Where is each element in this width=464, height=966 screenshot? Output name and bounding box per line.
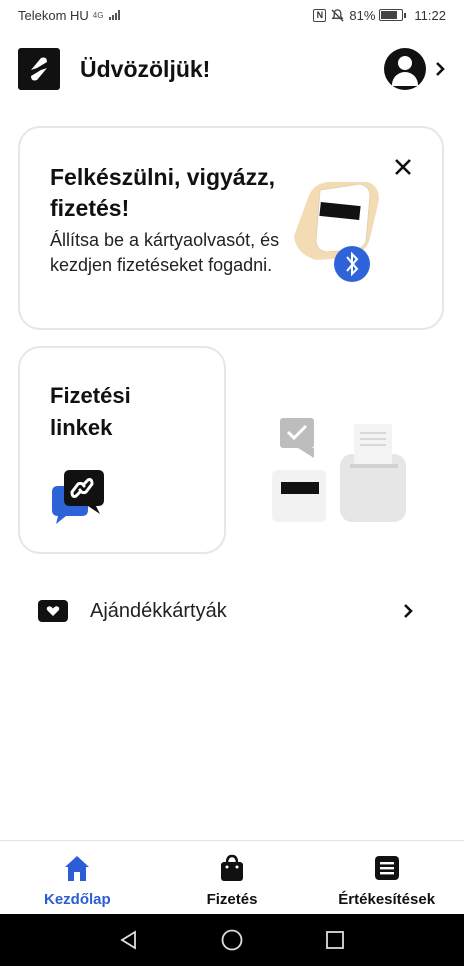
chevron-right-icon [404, 604, 413, 618]
page-title: Üdvözöljük! [80, 55, 211, 82]
status-bar: Telekom HU 4G N 81% 11:22 [0, 0, 464, 30]
list-icon [372, 853, 402, 883]
network-type: 4G [92, 10, 104, 20]
tab-home[interactable]: Kezdőlap [0, 841, 155, 914]
recents-icon[interactable] [322, 927, 348, 953]
battery-percent: 81% [349, 7, 376, 23]
gift-card-icon [38, 600, 68, 622]
signal-icon [109, 10, 121, 20]
setup-reader-card[interactable]: Felkészülni, vigyázz, fizetés! Állítsa b… [18, 126, 444, 330]
nfc-icon: N [313, 8, 327, 22]
setup-card-title: Felkészülni, vigyázz, fizetés! [50, 164, 275, 221]
reader-devices-illustration [272, 418, 406, 522]
link-chat-icon [52, 470, 104, 524]
tab-sales[interactable]: Értékesítések [309, 841, 464, 914]
logo-mark [31, 57, 47, 81]
app-logo [18, 48, 60, 90]
payment-links-card[interactable]: Fizetési linkek [18, 346, 226, 554]
payment-links-title: Fizetési linkek [50, 383, 131, 440]
chevron-right-icon [436, 62, 445, 76]
shopping-bag-icon [217, 853, 247, 883]
status-right: N 81% 11:22 [313, 8, 446, 23]
battery-icon [379, 9, 407, 21]
tab-payment-label: Fizetés [206, 891, 258, 908]
account-icon [384, 48, 426, 90]
tab-home-label: Kezdőlap [43, 891, 111, 908]
clock: 11:22 [414, 7, 446, 23]
app-header: Üdvözöljük! [18, 46, 446, 92]
tab-payment[interactable]: Fizetés [155, 841, 310, 914]
mute-icon [331, 8, 344, 22]
setup-card-description: Állítsa be a kártyaolvasót, és kezdjen f… [50, 230, 280, 275]
gift-cards-label: Ajándékkártyák [90, 599, 227, 622]
home-icon [62, 853, 92, 883]
bottom-tab-bar: Kezdőlap Fizetés Értékesítések [0, 840, 464, 914]
gift-cards-row[interactable]: Ajándékkártyák [38, 590, 414, 632]
home-nav-icon[interactable] [219, 927, 245, 953]
system-nav-bar [0, 914, 464, 966]
close-icon[interactable] [392, 156, 414, 178]
carrier-label: Telekom HU [18, 7, 89, 23]
status-left: Telekom HU 4G [18, 7, 121, 23]
card-reader-hand-illustration [294, 181, 379, 282]
profile-button[interactable] [384, 48, 446, 90]
tab-sales-label: Értékesítések [338, 891, 436, 908]
back-icon[interactable] [116, 927, 142, 953]
